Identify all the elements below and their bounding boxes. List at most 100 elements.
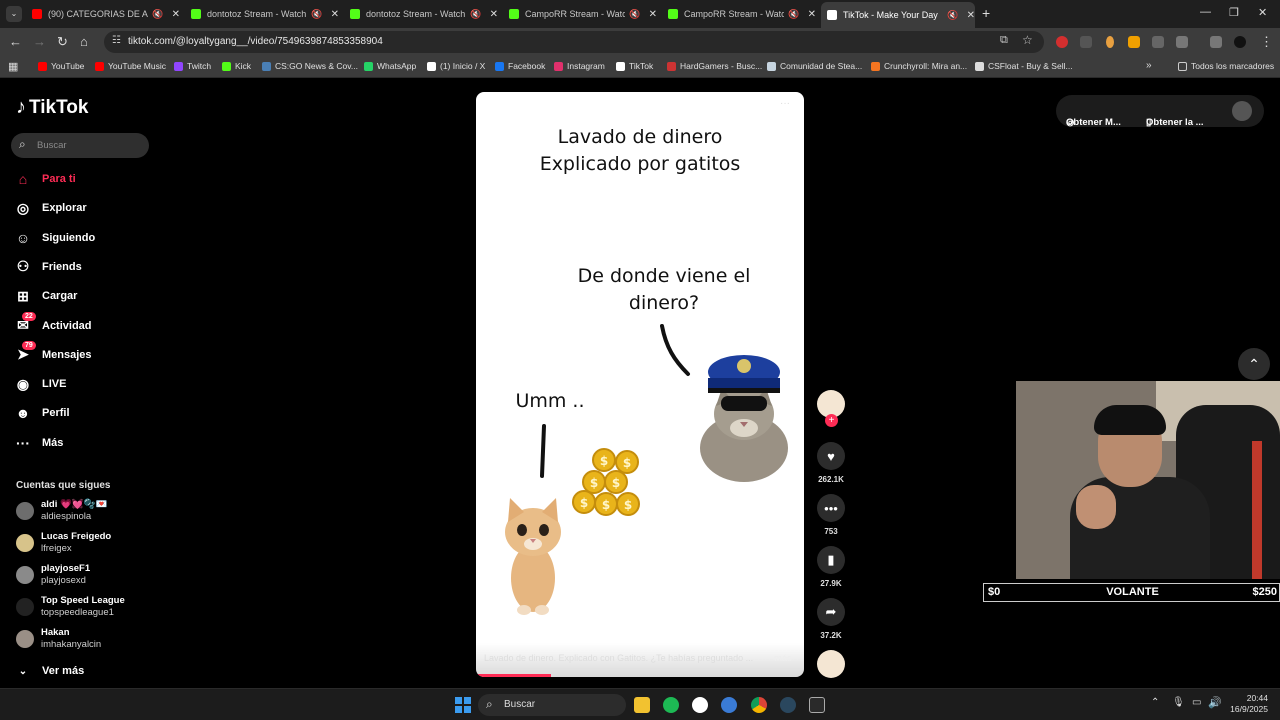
bookmark-item[interactable]: Crunchyroll: Mira an... bbox=[871, 61, 967, 71]
sidebar-item-upload[interactable]: ⊞ Cargar bbox=[14, 287, 77, 305]
maximize-button[interactable]: ❐ bbox=[1229, 6, 1239, 19]
tray-chevron-icon[interactable]: ⌃ bbox=[1151, 697, 1159, 708]
comment-button[interactable]: ••• 753 bbox=[817, 494, 845, 536]
address-bar[interactable]: ☷ tiktok.com/@loyaltygang__/video/754963… bbox=[104, 31, 1044, 53]
extension-icon-play[interactable] bbox=[1128, 36, 1140, 48]
sidebar-item-messages[interactable]: ➤ Mensajes 79 bbox=[14, 340, 92, 364]
extensions-puzzle-icon[interactable] bbox=[1176, 36, 1188, 48]
browser-tab[interactable]: CampoRR Stream - Watch L🔇 ✕ bbox=[503, 4, 657, 24]
video-caption-more[interactable]: más bbox=[774, 653, 792, 663]
close-window-button[interactable]: ✕ bbox=[1258, 6, 1267, 19]
extension-icon-orange[interactable] bbox=[1106, 36, 1114, 48]
browser-tab[interactable]: CampoRR Stream - Watch L🔇 ✕ bbox=[662, 4, 816, 24]
creator-avatar-button[interactable]: + bbox=[817, 390, 845, 427]
video-caption[interactable]: Lavado de dinero. Explicado con Gatitos.… bbox=[476, 643, 804, 677]
tab-close-icon[interactable]: ✕ bbox=[808, 9, 816, 20]
spotify-icon[interactable] bbox=[663, 697, 679, 713]
tiktok-logo[interactable]: ♪ TikTok bbox=[16, 96, 88, 119]
scroll-up-button[interactable]: ⌃ bbox=[1238, 348, 1270, 380]
microphone-icon[interactable]: 🎙 bbox=[1172, 697, 1185, 708]
user-avatar[interactable] bbox=[1232, 101, 1252, 121]
bookmark-item[interactable]: TikTok bbox=[616, 61, 653, 71]
ccleaner-icon[interactable] bbox=[721, 697, 737, 713]
bookmark-item[interactable]: CSFloat - Buy & Sell... bbox=[975, 61, 1073, 71]
home-page-icon[interactable]: ⌂ bbox=[80, 34, 88, 49]
epic-games-icon[interactable] bbox=[809, 697, 825, 713]
follow-plus-icon[interactable]: + bbox=[825, 414, 838, 427]
profile-avatar-icon[interactable] bbox=[1234, 36, 1246, 48]
site-info-icon[interactable]: ☷ bbox=[112, 35, 121, 46]
sidebar-item-live[interactable]: ◉ LIVE bbox=[14, 375, 67, 393]
tab-mute-icon[interactable]: 🔇 bbox=[629, 9, 640, 20]
sidebar-item-more[interactable]: ··· Más bbox=[14, 434, 63, 452]
extension-icon-f[interactable] bbox=[1080, 36, 1092, 48]
tab-close-icon[interactable]: ✕ bbox=[490, 9, 498, 20]
following-account[interactable]: Hakan imhakanyalcin bbox=[16, 627, 101, 651]
network-icon[interactable]: ▭ bbox=[1192, 697, 1201, 708]
sidebar-item-profile[interactable]: ☻ Perfil bbox=[14, 404, 70, 422]
xbox-icon[interactable] bbox=[692, 697, 708, 713]
tab-mute-icon[interactable]: 🔇 bbox=[311, 9, 322, 20]
sidebar-item-friends[interactable]: ⚇ Friends bbox=[14, 258, 82, 276]
video-progress-bar[interactable] bbox=[476, 674, 552, 677]
bookmark-item[interactable]: (1) Inicio / X bbox=[427, 61, 485, 71]
bookmark-item[interactable]: WhatsApp bbox=[364, 61, 416, 71]
tab-mute-icon[interactable]: 🔇 bbox=[947, 10, 958, 21]
sidebar-item-following[interactable]: ☺ Siguiendo bbox=[14, 229, 95, 247]
bookmark-item[interactable]: Instagram bbox=[554, 61, 605, 71]
taskbar-search[interactable]: ⌕ Buscar bbox=[478, 694, 626, 716]
tab-close-icon[interactable]: ✕ bbox=[967, 10, 975, 21]
following-account[interactable]: aldi 💗💓🫧💌 aldiespinola bbox=[16, 499, 107, 523]
tab-close-icon[interactable]: ✕ bbox=[331, 9, 339, 20]
bookmarks-overflow-icon[interactable]: » bbox=[1146, 60, 1152, 71]
share-button[interactable]: ➦ 37.2K bbox=[817, 598, 845, 640]
tab-close-icon[interactable]: ✕ bbox=[649, 9, 657, 20]
browser-tab[interactable]: dontotoz Stream - Watch L 🔇 ✕ bbox=[185, 4, 339, 24]
bookmark-item[interactable]: CS:GO News & Cov... bbox=[262, 61, 358, 71]
bookmark-item[interactable]: YouTube Music bbox=[95, 61, 166, 71]
system-clock[interactable]: 20:44 16/9/2025 bbox=[1228, 693, 1268, 715]
chrome-icon[interactable] bbox=[751, 697, 767, 713]
back-icon[interactable]: ← bbox=[9, 34, 22, 49]
reading-list-icon[interactable] bbox=[1210, 36, 1222, 48]
reload-icon[interactable]: ↻ bbox=[57, 34, 68, 50]
tab-mute-icon[interactable]: 🔇 bbox=[788, 9, 799, 20]
windows-start-icon[interactable] bbox=[455, 697, 471, 713]
browser-tab[interactable]: (90) CATEGORIAS DE AUTOMO 🔇 ✕ bbox=[26, 4, 180, 24]
tab-search-button[interactable]: ⌄ bbox=[6, 6, 22, 22]
sound-avatar-button[interactable] bbox=[817, 650, 845, 678]
file-explorer-icon[interactable] bbox=[634, 697, 650, 713]
bookmark-item[interactable]: Comunidad de Stea... bbox=[767, 61, 862, 71]
all-bookmarks-folder[interactable]: Todos los marcadores bbox=[1178, 61, 1274, 71]
tab-close-icon[interactable]: ✕ bbox=[172, 9, 180, 20]
extension-icon-box[interactable] bbox=[1152, 36, 1164, 48]
following-account[interactable]: playjoseF1 playjosexd bbox=[16, 563, 90, 587]
bookmark-item[interactable]: HardGamers - Busc... bbox=[667, 61, 762, 71]
tab-mute-icon[interactable]: 🔇 bbox=[470, 9, 481, 20]
apps-grid-icon[interactable]: ▦ bbox=[8, 60, 18, 73]
sidebar-item-activity[interactable]: ✉ Actividad 22 bbox=[14, 311, 92, 335]
browser-menu-icon[interactable]: ⋮ bbox=[1260, 34, 1273, 50]
following-account[interactable]: Top Speed League topspeedleague1 bbox=[16, 595, 125, 619]
video-player[interactable]: ··· Lavado de dinero Explicado por gatit… bbox=[476, 92, 804, 677]
forward-icon[interactable]: → bbox=[33, 34, 46, 49]
bookmark-item[interactable]: Twitch bbox=[174, 61, 211, 71]
bookmark-item[interactable]: Facebook bbox=[495, 61, 545, 71]
bookmark-item[interactable]: YouTube bbox=[38, 61, 84, 71]
sidebar-item-home[interactable]: ⌂ Para ti bbox=[14, 170, 76, 188]
see-more-button[interactable]: ⌄ Ver más bbox=[14, 662, 84, 680]
minimize-button[interactable]: — bbox=[1200, 6, 1211, 18]
bookmark-item[interactable]: Kick bbox=[222, 61, 251, 71]
video-options-icon[interactable]: ··· bbox=[780, 98, 790, 109]
sidebar-item-compass[interactable]: ◎ Explorar bbox=[14, 199, 87, 217]
new-tab-button[interactable]: + bbox=[982, 5, 990, 21]
tab-mute-icon[interactable]: 🔇 bbox=[152, 9, 163, 20]
volume-icon[interactable]: 🔊 bbox=[1208, 696, 1222, 709]
following-account[interactable]: Lucas Freigedo lfreigex bbox=[16, 531, 111, 555]
browser-tab[interactable]: TikTok - Make Your Day 🔇 ✕ bbox=[821, 2, 975, 28]
search-input[interactable]: ⌕ Buscar bbox=[11, 133, 149, 158]
save-button[interactable]: ▮ 27.9K bbox=[817, 546, 845, 588]
cast-icon[interactable]: ⧉ bbox=[1000, 34, 1008, 47]
steam-icon[interactable] bbox=[780, 697, 796, 713]
browser-tab[interactable]: dontotoz Stream - Watch L 🔇 ✕ bbox=[344, 4, 498, 24]
